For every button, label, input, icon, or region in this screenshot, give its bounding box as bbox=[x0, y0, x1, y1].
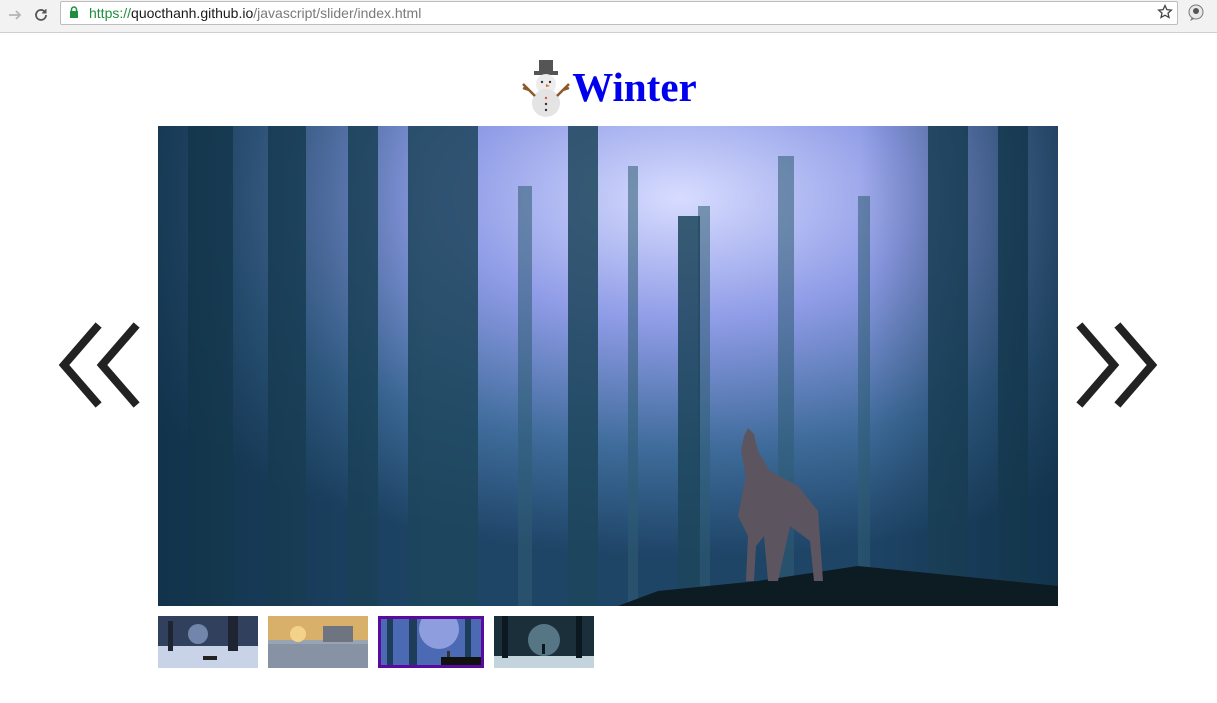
next-arrow-icon[interactable] bbox=[1074, 322, 1160, 408]
reload-icon[interactable] bbox=[29, 3, 53, 27]
previous-arrow-icon[interactable] bbox=[56, 322, 142, 408]
thumbnail-4[interactable] bbox=[494, 616, 594, 668]
page-title: Winter bbox=[572, 64, 697, 110]
thumbnail-2[interactable] bbox=[268, 616, 368, 668]
browser-toolbar: https://quocthanh.github.io/javascript/s… bbox=[0, 0, 1217, 33]
lock-icon[interactable] bbox=[69, 6, 79, 24]
extension-icon[interactable] bbox=[1186, 4, 1206, 27]
bookmark-star-icon[interactable] bbox=[1157, 3, 1173, 25]
slide-image bbox=[158, 126, 1058, 606]
url-text[interactable]: https://quocthanh.github.io/javascript/s… bbox=[89, 5, 421, 22]
page-heading: Winter bbox=[0, 56, 1217, 118]
address-bar[interactable]: https://quocthanh.github.io/javascript/s… bbox=[60, 1, 1178, 25]
snowman-icon bbox=[522, 60, 571, 117]
thumbnail-3[interactable] bbox=[378, 616, 484, 668]
thumbnail-1[interactable] bbox=[158, 616, 258, 668]
forward-icon[interactable] bbox=[3, 3, 27, 27]
